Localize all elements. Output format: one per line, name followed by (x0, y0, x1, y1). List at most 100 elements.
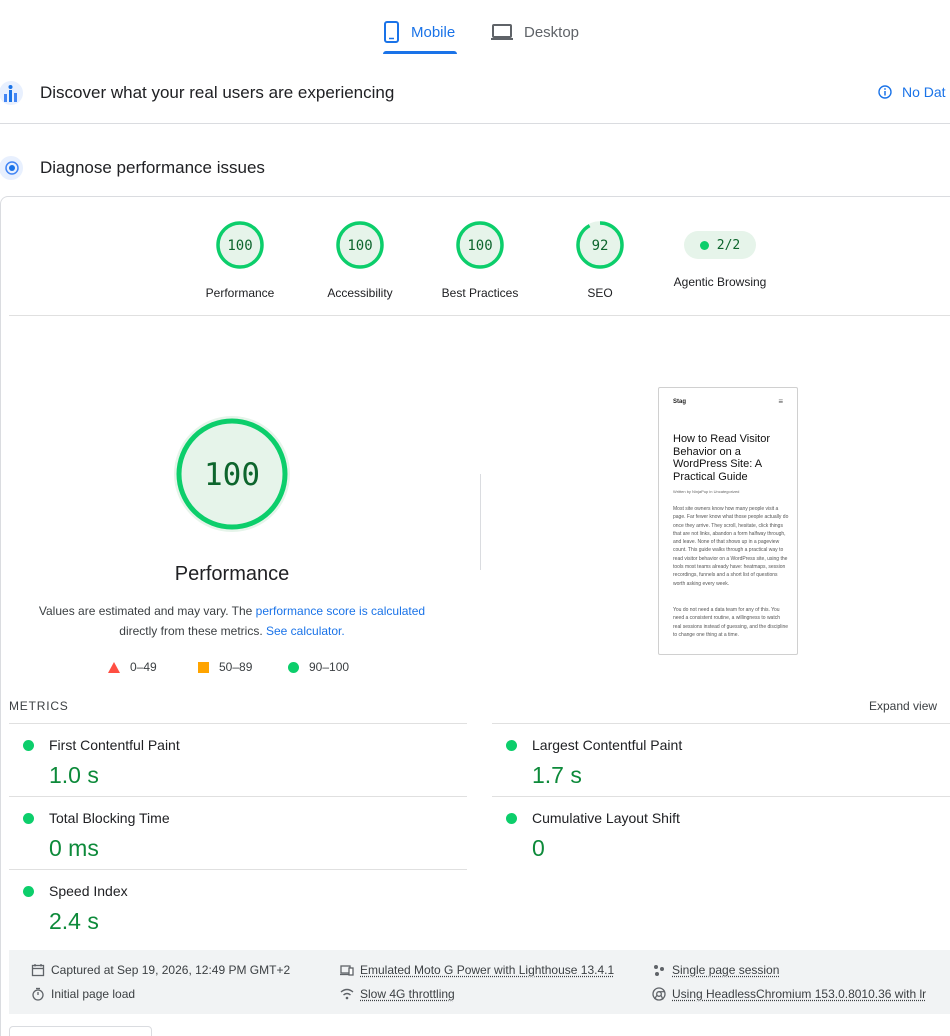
hamburger-icon: ≡ (778, 397, 783, 406)
tab-mobile[interactable]: Mobile (383, 12, 455, 52)
tab-mobile-label: Mobile (411, 23, 456, 41)
score-legend: 0–49 50–89 90–100 (108, 660, 378, 674)
vertical-divider (480, 474, 481, 570)
see-calculator-link[interactable]: See calculator. (266, 624, 345, 638)
session-text: Single page session (672, 963, 780, 977)
view-treemap-button[interactable] (9, 1026, 152, 1036)
laptop-icon (491, 24, 513, 40)
score-ring: 100 (216, 221, 264, 269)
metric-name: Speed Index (49, 883, 128, 899)
legend-range: 0–49 (130, 660, 157, 674)
desc-text-1: Values are estimated and may vary. The (38, 604, 256, 618)
legend-range: 90–100 (309, 660, 350, 674)
metric-lcp: Largest Contentful Paint 1.7 s (492, 723, 950, 796)
people-icon (654, 965, 664, 976)
tab-desktop[interactable]: Desktop (490, 12, 579, 52)
legend-fail: 0–49 (108, 660, 198, 674)
no-data-link[interactable]: No Dat (878, 84, 946, 100)
active-tab-indicator (383, 51, 457, 54)
gauge-accessibility[interactable]: 100 Accessibility (305, 220, 415, 300)
lab-data-section[interactable]: Diagnose performance issues (0, 146, 950, 190)
square-icon (198, 661, 209, 673)
metric-value: 0 (532, 835, 545, 861)
wifi-icon (340, 988, 354, 1000)
device-text: Emulated Moto G Power with Lighthouse 13… (360, 963, 615, 977)
performance-description: Values are estimated and may vary. The p… (30, 601, 434, 641)
metric-si: Speed Index 2.4 s (9, 869, 467, 942)
metric-name: Total Blocking Time (49, 810, 170, 826)
screenshot-heading: How to Read Visitor Behavior on a WordPr… (673, 433, 771, 483)
pass-dot-icon (23, 740, 34, 751)
gauge-label: Accessibility (327, 286, 393, 300)
network-throttling[interactable]: Slow 4G throttling (340, 987, 455, 1001)
tab-desktop-label: Desktop (524, 23, 580, 41)
runtime-settings: Captured at Sep 19, 2026, 12:49 PM GMT+2… (9, 950, 950, 1014)
pass-dot-icon (506, 740, 517, 751)
browser-version[interactable]: Using HeadlessChromium 153.0.8010.36 wit… (652, 987, 926, 1001)
browser-text: Using HeadlessChromium 153.0.8010.36 wit… (672, 987, 927, 1001)
score-value: 92 (592, 238, 609, 254)
score-value: 100 (347, 238, 372, 254)
legend-range: 50–89 (219, 660, 253, 674)
gauge-best-practices[interactable]: 100 Best Practices (425, 220, 535, 300)
score-calculated-link[interactable]: performance score is calculated (256, 604, 425, 618)
field-data-section[interactable]: Discover what your real users are experi… (0, 70, 950, 116)
metric-value: 2.4 s (49, 908, 99, 934)
score-ring: 100 (456, 221, 504, 269)
calendar-icon (31, 964, 45, 977)
gauge-label: Performance (205, 286, 275, 300)
captured-at: Captured at Sep 19, 2026, 12:49 PM GMT+2 (31, 963, 290, 977)
device-tabs: Mobile Desktop (0, 0, 950, 56)
triangle-icon (108, 661, 120, 673)
big-score-value: 100 (204, 457, 260, 493)
screenshot-paragraph: You do not need a data team for any of t… (673, 607, 789, 638)
final-screenshot[interactable]: Stag ≡ How to Read Visitor Behavior on a… (658, 387, 798, 655)
chrome-icon (652, 987, 666, 1001)
info-icon (878, 85, 892, 99)
throttling-text: Slow 4G throttling (360, 987, 455, 1001)
gauge-agentic-browsing[interactable]: 2/2 Agentic Browsing (665, 220, 775, 289)
metric-cls: Cumulative Layout Shift 0 (492, 796, 950, 869)
initial-load: Initial page load (31, 987, 135, 1001)
metrics-heading: METRICS (9, 699, 69, 713)
phone-icon (384, 21, 399, 43)
captured-text: Captured at Sep 19, 2026, 12:49 PM GMT+2 (51, 963, 291, 977)
field-data-title: Discover what your real users are experi… (40, 83, 395, 102)
performance-big-gauge: 100 (174, 416, 290, 532)
desc-text-2: directly from these metrics. (119, 624, 263, 638)
metric-name: First Contentful Paint (49, 737, 180, 753)
legend-pass: 90–100 (288, 660, 378, 674)
score-value: 2/2 (716, 237, 741, 253)
metric-value: 0 ms (49, 835, 99, 861)
metric-tbt: Total Blocking Time 0 ms (9, 796, 467, 869)
metric-fcp: First Contentful Paint 1.0 s (9, 723, 467, 796)
no-data-label: No Dat (902, 84, 946, 100)
expand-view-toggle[interactable]: Expand view (869, 699, 937, 713)
pass-dot-icon (699, 240, 709, 250)
emulated-device[interactable]: Emulated Moto G Power with Lighthouse 13… (340, 963, 614, 977)
score-value: 100 (467, 238, 492, 254)
page-session[interactable]: Single page session (652, 963, 779, 977)
gauge-label: Agentic Browsing (673, 275, 767, 289)
lab-data-title: Diagnose performance issues (40, 158, 265, 177)
stopwatch-icon (32, 987, 44, 1001)
screenshot-paragraph: Most site owners know how many people vi… (673, 506, 789, 587)
screenshot-byline: Written by NinjaPup in Uncategorized (673, 489, 740, 494)
lighthouse-target-icon (0, 156, 23, 180)
performance-title: Performance (174, 563, 290, 585)
gauge-label: Best Practices (441, 286, 519, 300)
initial-load-text: Initial page load (51, 987, 136, 1001)
gauge-performance[interactable]: 100 Performance (185, 220, 295, 300)
gauge-seo[interactable]: 92 SEO (545, 220, 655, 300)
pass-dot-icon (23, 886, 34, 897)
metric-name: Largest Contentful Paint (532, 737, 683, 753)
score-value: 100 (227, 238, 252, 254)
score-ring: 100 (336, 221, 384, 269)
metric-name: Cumulative Layout Shift (532, 810, 680, 826)
pass-dot-icon (506, 813, 517, 824)
circle-icon (288, 661, 299, 673)
legend-average: 50–89 (198, 660, 288, 674)
metric-value: 1.0 s (49, 762, 99, 788)
gauge-label: SEO (587, 286, 613, 300)
users-chart-icon (0, 81, 23, 105)
